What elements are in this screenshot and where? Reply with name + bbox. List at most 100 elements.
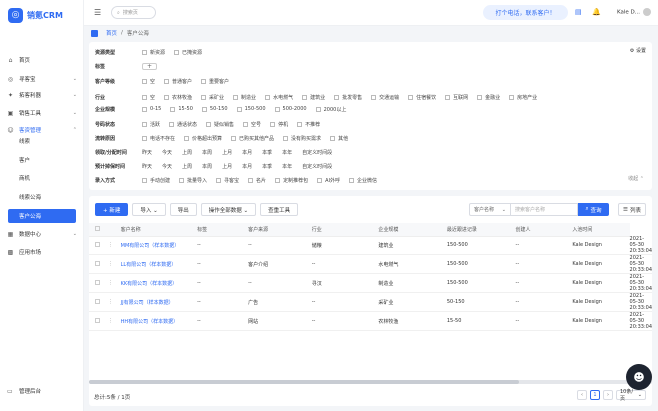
- checkbox[interactable]: [164, 78, 170, 84]
- table-cell[interactable]: LL有限公司（样本数据）: [120, 254, 198, 274]
- filter-option[interactable]: 房地产业: [509, 94, 537, 101]
- table-cell[interactable]: JJ有限公司（样本数据）: [120, 292, 198, 312]
- filter-option[interactable]: 住宿餐饮: [408, 94, 436, 101]
- filter-option[interactable]: 150-500: [236, 106, 266, 112]
- checkbox[interactable]: [231, 135, 237, 141]
- filter-option[interactable]: 本月: [242, 149, 252, 156]
- export-button[interactable]: 导出: [169, 203, 197, 216]
- filter-option[interactable]: 疑似销售: [206, 121, 234, 128]
- filter-option[interactable]: 本年: [282, 163, 292, 170]
- bulk-action-button[interactable]: 操作全部数据 ⌄: [200, 203, 257, 216]
- filter-option[interactable]: 50-150: [201, 106, 228, 112]
- bell-icon[interactable]: 🔔: [592, 8, 601, 16]
- page-size-select[interactable]: 10条/页 ⌄: [616, 389, 646, 402]
- row-checkbox[interactable]: [95, 279, 100, 285]
- checkbox[interactable]: [169, 121, 175, 127]
- checkbox[interactable]: [174, 49, 180, 55]
- checkbox[interactable]: [330, 135, 336, 141]
- filter-option[interactable]: 企业微信: [348, 177, 377, 184]
- filter-option[interactable]: 500-2000: [274, 106, 307, 112]
- filter-option[interactable]: 本周: [202, 149, 212, 156]
- table-row[interactable]: ⋮ LL有限公司（样本数据） -- 客户介绍 -- 水电燃气 150-500 -- Kale D…: [89, 254, 652, 274]
- row-actions-icon[interactable]: ⋮: [100, 236, 121, 255]
- column-header[interactable]: 行业: [311, 223, 379, 237]
- filter-option[interactable]: 寻客宝: [216, 177, 239, 184]
- filter-option[interactable]: 昨天: [142, 149, 152, 156]
- column-header[interactable]: 创建人: [515, 223, 573, 237]
- checkbox[interactable]: [206, 121, 212, 127]
- filter-option[interactable]: 批量导入: [179, 177, 207, 184]
- search-button[interactable]: ⌕ 查询: [578, 203, 609, 216]
- table-cell[interactable]: MM有限公司（样本数据）: [120, 236, 198, 255]
- filter-option[interactable]: 通话状态: [169, 121, 197, 128]
- settings-button[interactable]: ⚙ 设置: [630, 47, 646, 54]
- checkbox[interactable]: [297, 121, 303, 127]
- filter-option[interactable]: 农林牧渔: [164, 94, 192, 101]
- checkbox[interactable]: [201, 78, 207, 84]
- filter-option[interactable]: 建筑业: [302, 94, 325, 101]
- prev-page-button[interactable]: ‹: [577, 390, 587, 400]
- checkbox[interactable]: [142, 49, 147, 55]
- filter-option[interactable]: 上月: [222, 149, 232, 156]
- page-search-input[interactable]: ⌕ 搜索页: [111, 6, 156, 19]
- checkbox[interactable]: [509, 94, 515, 100]
- filter-option[interactable]: 名片: [248, 177, 266, 184]
- table-row[interactable]: ⋮ KK有限公司（样本数据） -- -- 寻汉 制造业 150-500 -- Kale Desi…: [89, 273, 652, 293]
- filter-option[interactable]: 金融业: [477, 94, 500, 101]
- filter-option[interactable]: 0-15: [142, 106, 161, 112]
- filter-option[interactable]: 本月: [242, 163, 252, 170]
- task-icon[interactable]: ▤: [575, 8, 582, 16]
- table-row[interactable]: ⋮ JJ有限公司（样本数据） -- 广告 -- 采矿业 50-150 -- Kale Desig…: [89, 292, 652, 312]
- filter-option[interactable]: 本季: [262, 163, 272, 170]
- sidebar-item-1[interactable]: ◎ 寻客宝 ⌄: [0, 72, 84, 86]
- checkbox[interactable]: [243, 121, 249, 127]
- next-page-button[interactable]: ›: [603, 390, 613, 400]
- checkbox[interactable]: [179, 177, 185, 183]
- checkbox[interactable]: [334, 94, 340, 100]
- breadcrumb-home[interactable]: 首页: [106, 29, 117, 37]
- table-cell[interactable]: HH有限公司（样本数据）: [120, 311, 198, 331]
- table-cell[interactable]: KK有限公司（样本数据）: [120, 273, 198, 293]
- checkbox[interactable]: [216, 177, 222, 183]
- assistant-bot-button[interactable]: ☻: [626, 364, 652, 390]
- horizontal-scrollbar[interactable]: [89, 380, 652, 384]
- filter-option[interactable]: 价格超出预算: [184, 135, 222, 142]
- checkbox[interactable]: [317, 177, 323, 183]
- filter-option[interactable]: 上周: [182, 163, 192, 170]
- filter-option[interactable]: 本季: [262, 149, 272, 156]
- checkbox[interactable]: [164, 94, 170, 100]
- column-header[interactable]: 入池时间: [572, 223, 630, 237]
- filter-option[interactable]: 本周: [202, 163, 212, 170]
- table-row[interactable]: ⋮ HH有限公司（样本数据） -- 网站 -- 农林牧渔 15-50 -- Kale Desig…: [89, 311, 652, 331]
- filter-option[interactable]: 批发零售: [334, 94, 362, 101]
- filter-option[interactable]: 采矿业: [201, 94, 224, 101]
- filter-option[interactable]: 交通运输: [371, 94, 399, 101]
- column-header[interactable]: 企业规模: [378, 223, 447, 237]
- sidebar-subitem-4[interactable]: 客户公海: [8, 209, 76, 223]
- checkbox[interactable]: [283, 135, 289, 141]
- checkbox[interactable]: [142, 121, 147, 127]
- checkbox[interactable]: [302, 94, 308, 100]
- checkbox[interactable]: [248, 177, 254, 183]
- filter-option[interactable]: 新资源: [142, 49, 165, 56]
- checkbox[interactable]: [142, 135, 147, 141]
- table-row[interactable]: ⋮ MM有限公司（样本数据） -- -- 储粮 建筑业 150-500 -- Kale Desi…: [89, 236, 652, 255]
- row-actions-icon[interactable]: ⋮: [100, 292, 121, 312]
- row-actions-icon[interactable]: ⋮: [100, 273, 121, 293]
- sidebar-item-2[interactable]: ✦ 拓客利器 ⌄: [0, 88, 84, 102]
- filter-option[interactable]: 已购买其他产品: [231, 135, 274, 142]
- app-logo[interactable]: ◎ 销氪CRM: [8, 5, 63, 25]
- filter-option[interactable]: 自定义时间段: [302, 149, 332, 156]
- checkbox[interactable]: [142, 78, 147, 84]
- row-checkbox[interactable]: [95, 260, 100, 266]
- new-button[interactable]: + 新建: [95, 203, 129, 216]
- select-all-checkbox[interactable]: [95, 225, 100, 231]
- filter-option[interactable]: 空: [142, 78, 155, 85]
- checkbox[interactable]: [201, 94, 207, 100]
- column-header[interactable]: 客户名称: [120, 223, 198, 237]
- filter-option[interactable]: 电话不存在: [142, 135, 175, 142]
- checkbox[interactable]: [265, 94, 271, 100]
- filter-option[interactable]: 不推荐: [297, 121, 320, 128]
- checkbox[interactable]: [170, 106, 176, 112]
- menu-toggle-icon[interactable]: ☰: [94, 8, 101, 17]
